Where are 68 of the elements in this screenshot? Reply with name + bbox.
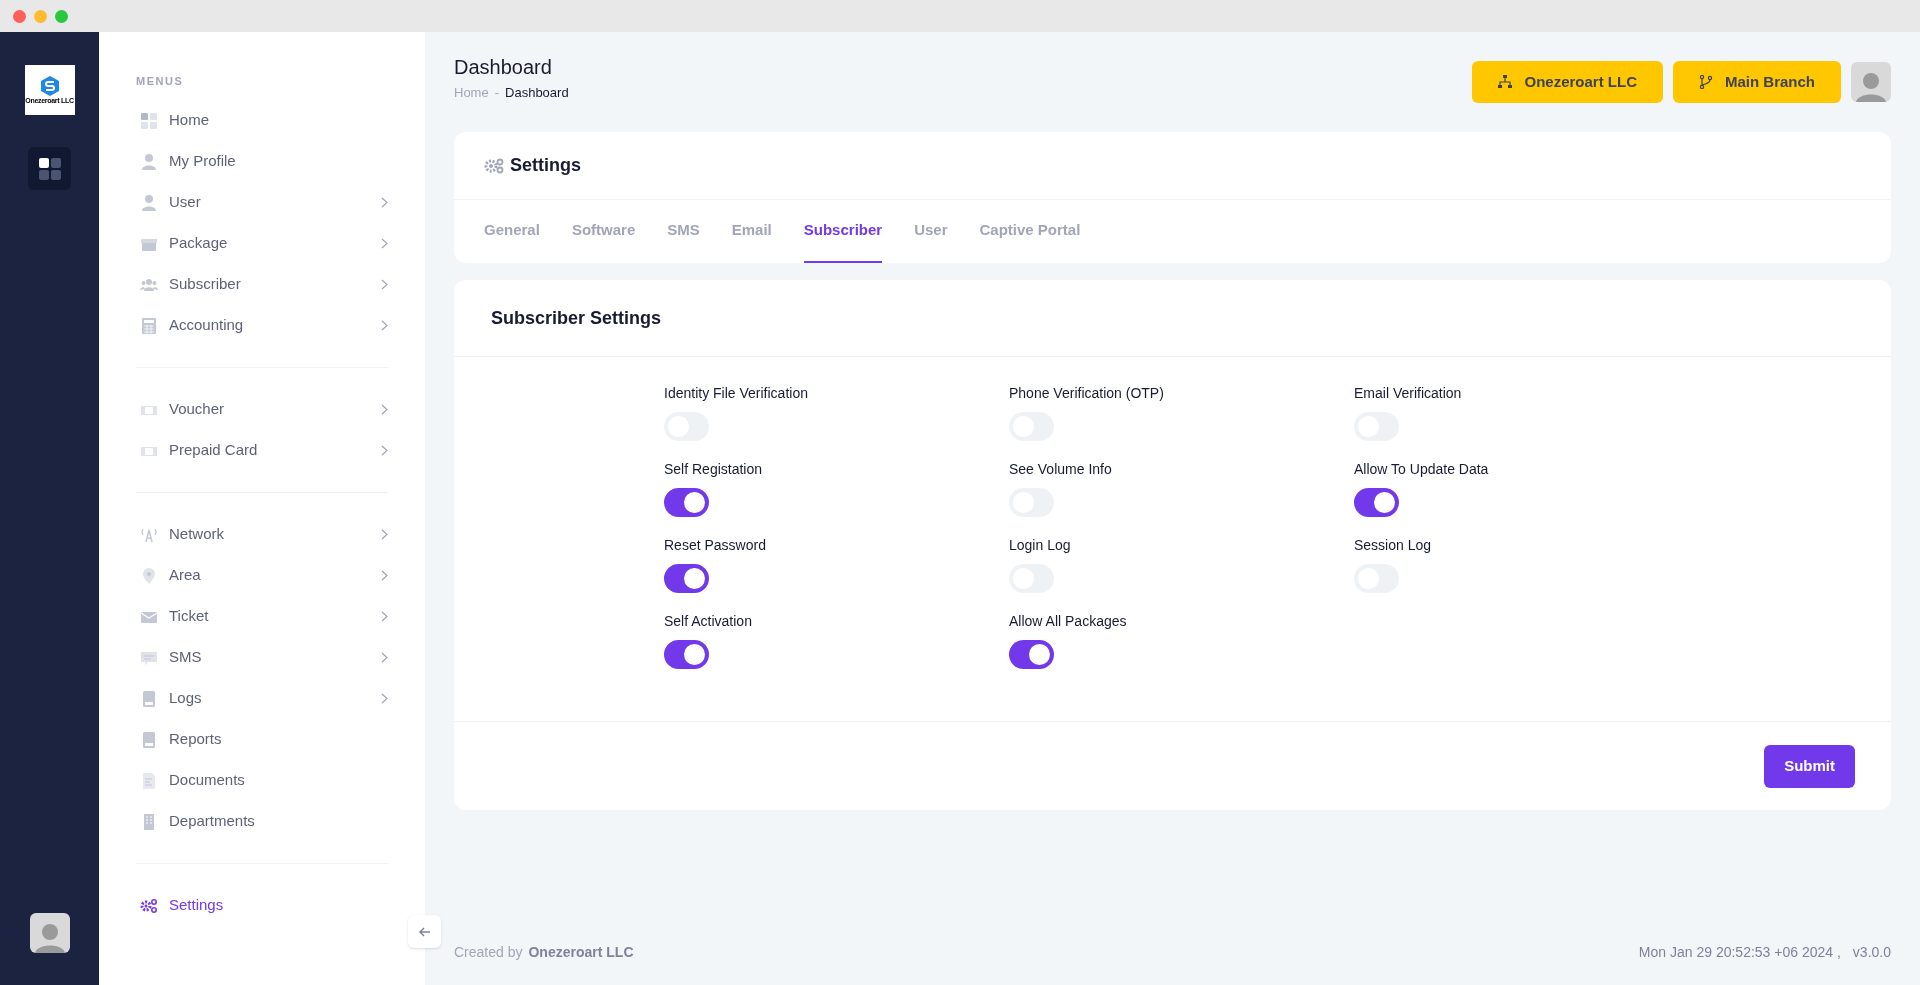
close-window-icon[interactable] bbox=[13, 9, 26, 23]
sidebar-item[interactable]: Subscriber bbox=[136, 264, 388, 305]
toggle-label: Email Verification bbox=[1354, 384, 1462, 403]
toggle-label: Self Activation bbox=[664, 612, 752, 631]
card-title: Settings bbox=[510, 154, 581, 177]
toggle-label: Identity File Verification bbox=[664, 384, 808, 403]
breadcrumb-separator: - bbox=[494, 84, 500, 102]
sidebar-item[interactable]: Ticket bbox=[136, 596, 388, 637]
card-title: Subscriber Settings bbox=[491, 306, 662, 330]
gears-icon bbox=[140, 896, 158, 915]
toggle-switch[interactable] bbox=[664, 564, 709, 593]
menu-heading: MENUS bbox=[136, 74, 185, 88]
grid-icon bbox=[38, 157, 61, 180]
toggle-switch[interactable] bbox=[664, 640, 709, 669]
sitemap-icon bbox=[1498, 75, 1513, 89]
location-pin-icon bbox=[140, 566, 158, 585]
toggle-label: Allow All Packages bbox=[1009, 612, 1127, 631]
branch-icon bbox=[1699, 75, 1713, 89]
toggle-label: Session Log bbox=[1354, 536, 1432, 555]
timestamp-text: Mon Jan 29 20:52:53 +06 2024 , bbox=[1638, 943, 1841, 962]
toggle-switch[interactable] bbox=[1009, 640, 1054, 669]
toggle-label: Phone Verification (OTP) bbox=[1009, 384, 1164, 403]
version-text: v3.0.0 bbox=[1852, 943, 1891, 962]
calculator-icon bbox=[140, 316, 158, 335]
book-icon bbox=[140, 730, 158, 749]
sidebar-item[interactable]: Departments bbox=[136, 801, 388, 842]
sidebar-item[interactable]: User bbox=[136, 182, 388, 223]
sidebar-item[interactable]: Settings bbox=[136, 885, 388, 926]
avatar-placeholder[interactable] bbox=[29, 913, 70, 953]
page-title: Dashboard bbox=[454, 55, 553, 80]
sidebar-item[interactable]: Reports bbox=[136, 719, 388, 760]
minimize-window-icon[interactable] bbox=[34, 9, 47, 23]
company-link[interactable]: Onezeroart LLC bbox=[528, 942, 634, 963]
settings-tab[interactable]: Subscriber bbox=[803, 200, 883, 263]
breadcrumb-current: Dashboard bbox=[505, 84, 569, 102]
sidebar-item[interactable]: Area bbox=[136, 555, 388, 596]
header-button[interactable]: Main Branch bbox=[1673, 61, 1841, 103]
toggle-label: Allow To Update Data bbox=[1354, 460, 1489, 479]
gears-icon bbox=[484, 157, 504, 174]
person-icon bbox=[140, 152, 158, 171]
toggle-switch[interactable] bbox=[1354, 488, 1399, 517]
arrow-left-icon bbox=[418, 925, 431, 938]
maximize-window-icon[interactable] bbox=[55, 9, 68, 23]
sidebar-item[interactable]: Voucher bbox=[136, 389, 388, 430]
toggle-label: Self Registation bbox=[664, 460, 763, 479]
sidebar-item[interactable]: Package bbox=[136, 223, 388, 264]
book-icon bbox=[140, 689, 158, 708]
sidebar-item[interactable]: Network bbox=[136, 514, 388, 555]
submit-button[interactable]: Submit bbox=[1764, 744, 1855, 788]
collapse-sidebar-button[interactable] bbox=[408, 915, 441, 948]
created-by-text: Created by bbox=[454, 943, 523, 962]
sidebar-item[interactable]: Logs bbox=[136, 678, 388, 719]
toggle-switch[interactable] bbox=[664, 488, 709, 517]
header-button[interactable]: Onezeroart LLC bbox=[1472, 61, 1663, 103]
sidebar-item[interactable]: Home bbox=[136, 100, 388, 141]
person-icon bbox=[140, 193, 158, 212]
grid-icon bbox=[140, 111, 158, 130]
hexagon-logo-icon bbox=[40, 76, 59, 96]
sidebar-item[interactable]: Documents bbox=[136, 760, 388, 801]
document-icon bbox=[140, 771, 158, 790]
sidebar-item[interactable]: Prepaid Card bbox=[136, 430, 388, 471]
toggle-label: See Volume Info bbox=[1009, 460, 1112, 479]
toggle-label: Reset Password bbox=[664, 536, 766, 555]
dashboard-button[interactable] bbox=[28, 147, 71, 190]
sidebar-item[interactable]: My Profile bbox=[136, 141, 388, 182]
sidebar-item[interactable]: SMS bbox=[136, 637, 388, 678]
sidebar-item[interactable]: Accounting bbox=[136, 305, 388, 346]
toggle-label: Login Log bbox=[1009, 536, 1071, 555]
